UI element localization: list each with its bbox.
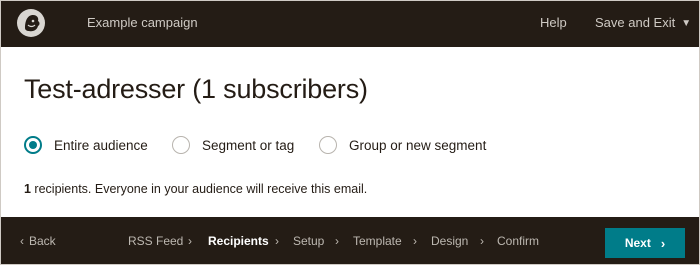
step-template[interactable]: Template xyxy=(353,234,402,248)
recipient-text: recipients. Everyone in your audience wi… xyxy=(30,182,368,196)
step-design[interactable]: Design xyxy=(431,234,468,248)
radio-label: Segment or tag xyxy=(202,137,295,153)
chevron-right-icon: › xyxy=(660,235,666,251)
radio-selected-icon[interactable] xyxy=(24,136,42,154)
campaign-name[interactable]: Example campaign xyxy=(87,15,198,30)
page-title: Test-adresser (1 subscribers) xyxy=(24,74,368,104)
step-recipients[interactable]: Recipients xyxy=(208,234,269,248)
bottom-nav-bar: ‹ Back RSS Feed › Recipients › Setup › Te… xyxy=(0,217,700,265)
chevron-right-icon: › xyxy=(413,234,417,248)
step-confirm[interactable]: Confirm xyxy=(497,234,539,248)
radio-group-or-new-segment[interactable]: Group or new segment xyxy=(319,134,486,156)
top-bar: Example campaign Help Save and Exit ▼ xyxy=(0,0,700,47)
radio-segment-or-tag[interactable]: Segment or tag xyxy=(172,134,294,156)
mailchimp-freddie-icon[interactable] xyxy=(16,8,46,38)
app-frame: Example campaign Help Save and Exit ▼ Tes… xyxy=(0,0,700,265)
step-rss-feed[interactable]: RSS Feed xyxy=(128,234,183,248)
radio-unselected-icon[interactable] xyxy=(172,136,190,154)
save-and-exit-button[interactable]: Save and Exit ▼ xyxy=(595,15,691,30)
chevron-right-icon: › xyxy=(188,234,192,248)
back-label: Back xyxy=(29,234,56,248)
radio-label: Group or new segment xyxy=(349,137,487,153)
step-setup[interactable]: Setup xyxy=(293,234,324,248)
chevron-right-icon: › xyxy=(275,234,279,248)
next-button[interactable]: Next › xyxy=(605,228,685,258)
radio-label: Entire audience xyxy=(54,137,148,153)
recipient-summary: 1 recipients. Everyone in your audience … xyxy=(24,182,367,196)
audience-options: Entire audience Segment or tag Group or … xyxy=(24,134,674,156)
chevron-down-icon: ▼ xyxy=(681,18,692,29)
back-button[interactable]: ‹ Back xyxy=(20,234,56,248)
next-label: Next xyxy=(624,236,651,250)
save-and-exit-label: Save and Exit xyxy=(595,15,676,30)
radio-entire-audience[interactable]: Entire audience xyxy=(24,134,148,156)
help-link[interactable]: Help xyxy=(540,15,567,30)
chevron-right-icon: › xyxy=(480,234,484,248)
chevron-right-icon: › xyxy=(335,234,339,248)
main-panel: Test-adresser (1 subscribers) Entire aud… xyxy=(0,47,700,217)
recipient-count: 1 xyxy=(24,182,31,196)
radio-unselected-icon[interactable] xyxy=(319,136,337,154)
chevron-left-icon: ‹ xyxy=(20,234,24,248)
